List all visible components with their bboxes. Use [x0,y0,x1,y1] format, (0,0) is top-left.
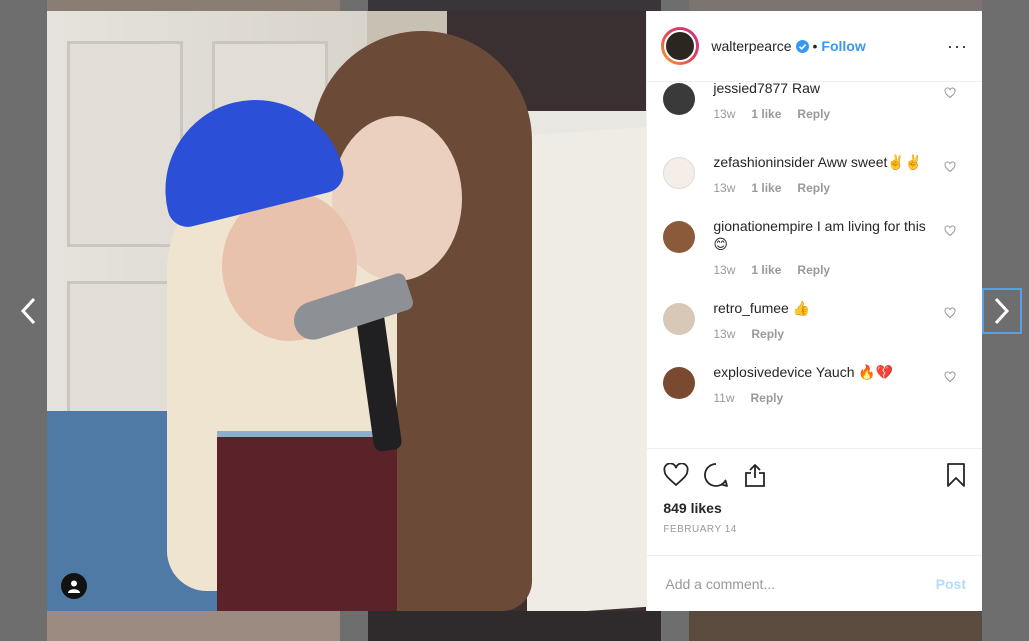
comment-item: gionationempire I am living for this 😊 1… [663,217,966,277]
comment-item: jessied7877 Raw 13w 1 like Reply [663,82,966,121]
reply-button[interactable]: Reply [751,327,784,341]
comment-avatar[interactable] [663,157,696,189]
comment-item: zefashioninsider Aww sweet✌️✌️ 13w 1 lik… [663,153,966,195]
grid-tile[interactable] [368,611,661,641]
comment-username[interactable]: gionationempire [713,218,813,234]
previous-post-button[interactable] [8,288,48,334]
reply-button[interactable]: Reply [797,263,830,277]
comments-list[interactable]: jessied7877 Raw 13w 1 like Reply zefashi… [647,82,982,448]
comment-avatar[interactable] [663,367,696,399]
grid-tile[interactable] [47,611,340,641]
comment-time[interactable]: 13w [713,181,735,195]
heart-icon[interactable] [944,225,956,237]
follow-button[interactable]: Follow [821,38,865,54]
comment-item: retro_fumee 👍 13w Reply [663,299,966,341]
comment-avatar[interactable] [663,83,696,115]
comment-avatar[interactable] [663,221,696,253]
comment-composer: Post [647,555,982,611]
reply-button[interactable]: Reply [750,391,783,405]
grid-tile[interactable] [689,0,982,11]
comment-username[interactable]: retro_fumee [713,300,788,316]
comment-icon[interactable] [703,462,729,488]
post-comment-button[interactable]: Post [936,576,966,592]
comment-text: Aww sweet✌️✌️ [817,154,923,170]
comment-text: Raw [791,82,820,96]
post-date[interactable]: FEBRUARY 14 [647,516,982,538]
comment-input[interactable] [663,574,936,593]
heart-icon[interactable] [944,87,956,99]
post-header: walterpearce • Follow ··· [647,11,982,82]
post-side-panel: walterpearce • Follow ··· jessied7877 Ra… [646,11,982,611]
comment-likes[interactable]: 1 like [751,263,781,277]
heart-icon[interactable] [944,307,956,319]
user-tag-button[interactable] [61,573,87,599]
comment-time[interactable]: 11w [713,391,734,405]
comment-text: Yauch 🔥💔 [815,364,894,380]
share-icon[interactable] [743,462,767,488]
comment-username[interactable]: zefashioninsider [713,154,814,170]
next-post-button[interactable] [982,288,1022,334]
post-actions [647,448,982,500]
comment-time[interactable]: 13w [713,327,735,341]
chevron-right-icon [994,297,1010,325]
heart-icon[interactable] [663,462,689,487]
post-photo[interactable] [47,11,647,611]
chevron-left-icon [20,297,36,325]
likes-count[interactable]: 849 likes [647,500,982,516]
comment-avatar[interactable] [663,303,696,335]
post-username[interactable]: walterpearce [711,38,791,54]
more-options-button[interactable]: ··· [947,36,968,57]
heart-icon[interactable] [944,371,956,383]
separator-dot: • [812,38,818,54]
comment-username[interactable]: explosivedevice [713,364,812,380]
post-modal: walterpearce • Follow ··· jessied7877 Ra… [47,11,982,611]
reply-button[interactable]: Reply [797,107,830,121]
bookmark-icon[interactable] [946,462,966,488]
heart-icon[interactable] [944,161,956,173]
grid-tile[interactable] [368,0,661,11]
user-tag-icon [68,580,80,593]
comment-time[interactable]: 13w [713,263,735,277]
comment-item: explosivedevice Yauch 🔥💔 11w Reply [663,363,966,405]
grid-tile[interactable] [47,0,340,11]
comment-text: 👍 [792,300,811,316]
avatar[interactable] [661,27,700,65]
reply-button[interactable]: Reply [797,181,830,195]
comment-likes[interactable]: 1 like [751,107,781,121]
grid-tile[interactable] [689,611,982,641]
verified-badge-icon [795,39,809,53]
comment-likes[interactable]: 1 like [751,181,781,195]
comment-username[interactable]: jessied7877 [713,82,788,96]
comment-time[interactable]: 13w [713,107,735,121]
